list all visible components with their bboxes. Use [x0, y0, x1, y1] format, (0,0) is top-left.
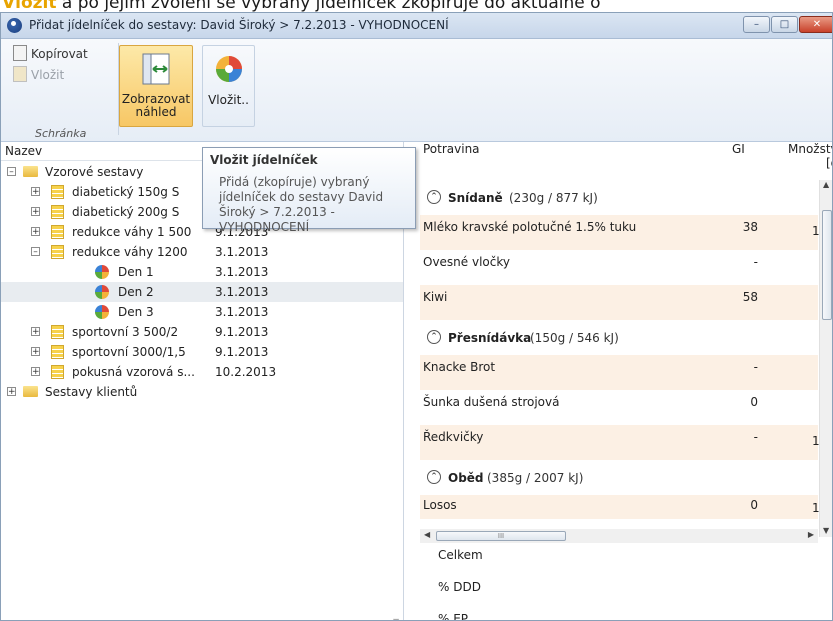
menu-set-icon: [51, 325, 64, 339]
menu-plate-icon: [215, 56, 242, 82]
menu-set-icon: [51, 365, 64, 379]
expand-icon[interactable]: +: [31, 327, 40, 337]
tree-item-den-1[interactable]: Den 1 3.1.2013: [1, 262, 403, 282]
menu-detail-pane: Potravina GI Množstv [g ⌃ Snídaně (230g …: [420, 142, 832, 620]
copy-button[interactable]: Kopírovat: [13, 45, 88, 63]
insert-menu-button[interactable]: Vložit..: [202, 45, 255, 127]
meal-header-presnidavka[interactable]: ⌃ Přesnídávka (150g / 546 kJ): [420, 320, 818, 355]
tree-item-den-2[interactable]: Den 2 3.1.2013: [1, 282, 403, 302]
tree-item-sportovni-3000[interactable]: + sportovní 3000/1,5 9.1.2013: [1, 342, 403, 362]
day-menu-icon: [95, 285, 109, 299]
content-area: Nazev – Vzorové sestavy + diabetický 150…: [1, 142, 832, 620]
menu-set-icon: [51, 345, 64, 359]
copy-icon: [13, 45, 27, 61]
summary-rows: Celkem % DDD % EP: [420, 548, 818, 621]
folder-icon: [23, 386, 38, 397]
expand-icon[interactable]: +: [31, 227, 40, 237]
vertical-scrollbar[interactable]: ▲ ▼: [819, 180, 832, 537]
menu-set-icon: [51, 185, 64, 199]
window-title: Přidat jídelníček do sestavy: David Širo…: [29, 18, 449, 32]
scroll-down-arrow[interactable]: ▼: [393, 617, 403, 620]
collapse-chevron-icon[interactable]: ⌃: [427, 190, 441, 204]
scroll-thumb[interactable]: [822, 210, 832, 320]
tooltip-insert-menu: Vložit jídelníček Přidá (zkopíruje) vybr…: [202, 147, 416, 234]
scroll-left-icon[interactable]: ◀: [424, 530, 430, 539]
detail-table-header: Potravina GI Množstv [g: [420, 142, 832, 180]
title-bar: Přidat jídelníček do sestavy: David Širo…: [1, 13, 832, 39]
summary-total: Celkem: [438, 548, 483, 562]
table-row[interactable]: Ředkvičky - 1: [420, 425, 820, 460]
table-row[interactable]: Ovesné vločky -: [420, 250, 818, 285]
menu-set-icon: [51, 225, 64, 239]
group-separator: [118, 43, 119, 135]
expand-icon[interactable]: +: [7, 387, 16, 397]
column-header-unit: [g: [826, 156, 832, 170]
table-row[interactable]: Kiwi 58: [420, 285, 818, 320]
expand-icon[interactable]: +: [31, 207, 40, 217]
scroll-thumb[interactable]: III: [436, 531, 566, 541]
minimize-button[interactable]: –: [743, 16, 770, 33]
menu-set-icon: [51, 245, 64, 259]
tree-item-den-3[interactable]: Den 3 3.1.2013: [1, 302, 403, 322]
table-row[interactable]: Losos 0 1: [420, 495, 820, 519]
maximize-button[interactable]: □: [771, 16, 798, 33]
column-header-food[interactable]: Potravina: [423, 142, 480, 156]
collapse-chevron-icon[interactable]: ⌃: [427, 330, 441, 344]
horizontal-scrollbar[interactable]: ◀ III ▶: [420, 529, 818, 543]
ribbon-group-label: Schránka: [35, 127, 87, 140]
tree-item-pokusna[interactable]: + pokusná vzorová s... 10.2.2013: [1, 362, 403, 382]
collapse-icon[interactable]: –: [7, 167, 16, 177]
table-row[interactable]: Mléko kravské polotučné 1.5% tuku 38 1: [420, 215, 820, 250]
app-icon: [7, 18, 22, 33]
close-button[interactable]: ✕: [799, 16, 832, 33]
dialog-window: Přidat jídelníček do sestavy: David Širo…: [0, 12, 833, 621]
scroll-down-icon[interactable]: ▼: [823, 526, 829, 535]
preview-icon: [142, 53, 170, 85]
folder-icon: [23, 166, 38, 177]
summary-ddd: % DDD: [438, 580, 481, 594]
expand-icon[interactable]: +: [31, 347, 40, 357]
collapse-icon[interactable]: –: [31, 247, 40, 257]
scroll-right-icon[interactable]: ▶: [808, 530, 814, 539]
day-menu-icon: [95, 265, 109, 279]
column-header-amount[interactable]: Množstv: [788, 142, 832, 156]
table-row[interactable]: Knacke Brot -: [420, 355, 818, 390]
collapse-chevron-icon[interactable]: ⌃: [427, 470, 441, 484]
scroll-up-icon[interactable]: ▲: [823, 180, 829, 189]
ribbon: Kopírovat Vložit Zobrazovat náhled Vloži…: [1, 39, 832, 142]
tree-item-sestavy-klientu[interactable]: + Sestavy klientů: [1, 382, 403, 402]
expand-icon[interactable]: +: [31, 187, 40, 197]
meal-header-obed[interactable]: ⌃ Oběd (385g / 2007 kJ): [420, 460, 818, 495]
day-menu-icon: [95, 305, 109, 319]
meal-header-snidane[interactable]: ⌃ Snídaně (230g / 877 kJ): [420, 180, 818, 215]
column-header-gi[interactable]: GI: [732, 142, 745, 156]
summary-ep: % EP: [438, 612, 469, 621]
paste-icon: [13, 66, 27, 82]
preview-toggle-button[interactable]: Zobrazovat náhled: [119, 45, 193, 127]
background-text: Vložit a po jejím zvolení se vybraný jíd…: [0, 0, 833, 12]
tree-item-redukce-1200[interactable]: – redukce váhy 1200 3.1.2013: [1, 242, 403, 262]
table-row[interactable]: Šunka dušená strojová 0: [420, 390, 818, 425]
detail-table-body: ⌃ Snídaně (230g / 877 kJ) Mléko kravské …: [420, 180, 820, 519]
tree-item-sportovni-3500[interactable]: + sportovní 3 500/2 9.1.2013: [1, 322, 403, 342]
paste-button[interactable]: Vložit: [13, 66, 64, 84]
expand-icon[interactable]: +: [31, 367, 40, 377]
menu-set-icon: [51, 205, 64, 219]
